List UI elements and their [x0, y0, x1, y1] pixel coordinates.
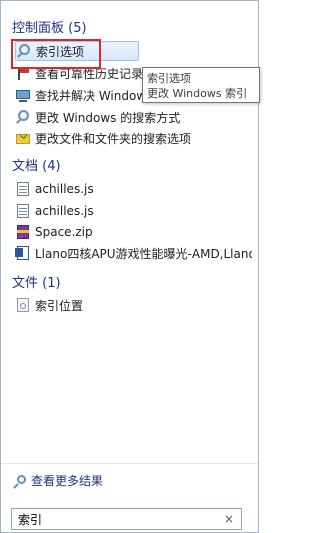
word-document-icon — [15, 245, 31, 261]
result-space-zip[interactable]: Space.zip — [15, 222, 252, 242]
result-index-location[interactable]: 索引位置 — [15, 295, 252, 315]
result-llano-document[interactable]: Llano四核APU游戏性能曝光-AMD,Llano — [15, 243, 252, 263]
tooltip-description: 更改 Windows 索引 — [147, 87, 248, 100]
result-label: achilles.js — [35, 204, 94, 218]
tooltip: 索引选项 更改 Windows 索引 — [142, 67, 260, 103]
clear-search-icon[interactable]: × — [223, 512, 235, 526]
result-label: Space.zip — [35, 225, 93, 239]
see-more-results-link[interactable]: 查看更多结果 — [13, 472, 103, 489]
result-label: achilles.js — [35, 182, 94, 196]
section-header-documents: 文档 (4) — [12, 159, 61, 174]
tooltip-title: 索引选项 — [147, 72, 191, 85]
result-label: 索引位置 — [35, 298, 84, 313]
zip-archive-icon — [15, 224, 31, 240]
section-header-control-panel: 控制面板 (5) — [12, 21, 87, 36]
result-achilles-js-2[interactable]: achilles.js — [15, 201, 252, 221]
search-box[interactable]: × — [11, 508, 242, 530]
magnifier-icon — [13, 474, 27, 489]
result-change-search-method[interactable]: 更改 Windows 的搜索方式 — [15, 107, 252, 127]
divider — [1, 463, 258, 464]
section-header-files: 文件 (1) — [12, 276, 61, 291]
result-label: Llano四核APU游戏性能曝光-AMD,Llano — [35, 246, 252, 261]
script-file-icon — [15, 181, 31, 197]
search-user-icon — [15, 109, 31, 125]
generic-file-icon — [15, 297, 31, 313]
computer-icon — [15, 87, 31, 103]
folder-check-icon — [15, 130, 31, 146]
script-file-icon — [15, 203, 31, 219]
result-folder-search-options[interactable]: 更改文件和文件夹的搜索选项 — [15, 128, 252, 148]
highlight-annotation-box — [11, 39, 101, 69]
result-label: 更改 Windows 的搜索方式 — [35, 110, 181, 125]
search-input[interactable] — [18, 512, 223, 526]
result-label: 更改文件和文件夹的搜索选项 — [35, 131, 192, 146]
start-menu-search-results: 控制面板 (5) 索引选项 查看可靠性历史记录 查找并解决 Windows 问题… — [0, 0, 260, 533]
see-more-label: 查看更多结果 — [31, 474, 104, 488]
result-achilles-js-1[interactable]: achilles.js — [15, 179, 252, 199]
